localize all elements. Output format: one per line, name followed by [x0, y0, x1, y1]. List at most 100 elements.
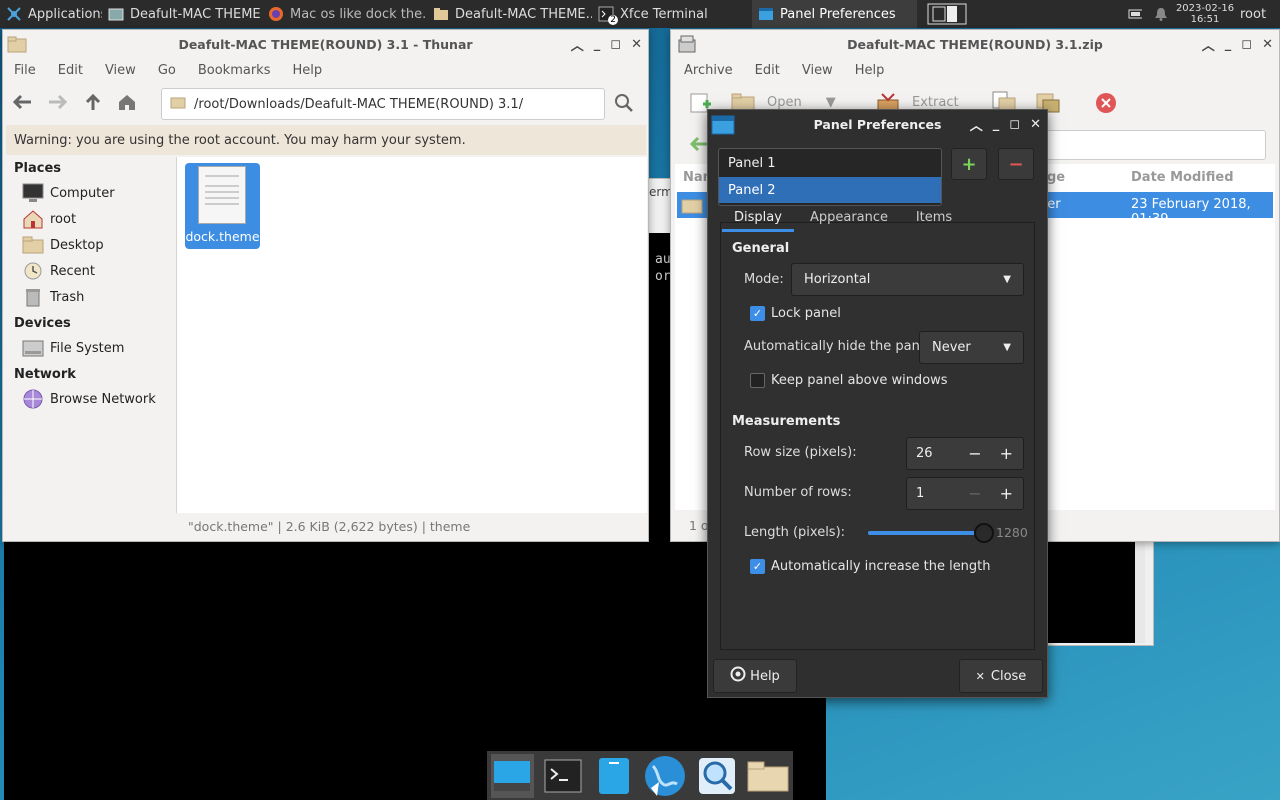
- task-thunar[interactable]: Deafult-MAC THEME...: [102, 0, 262, 28]
- sidebar-item-browse-network[interactable]: Browse Network: [6, 386, 176, 412]
- shade-button[interactable]: ︿: [1202, 35, 1215, 54]
- panel-option-1[interactable]: Panel 1: [719, 149, 941, 177]
- back-arrow-icon[interactable]: [689, 135, 709, 157]
- add-panel-button[interactable]: +: [951, 148, 987, 180]
- task-terminal[interactable]: 2 Xfce Terminal: [592, 0, 752, 28]
- dock-item-panel-app[interactable]: [593, 754, 636, 798]
- sidebar-item-root[interactable]: root: [6, 206, 176, 232]
- remove-panel-button[interactable]: −: [998, 148, 1034, 180]
- folder-icon: [681, 195, 703, 219]
- increment-button[interactable]: +: [1000, 444, 1013, 463]
- home-icon[interactable]: [117, 93, 137, 115]
- menu-bookmarks[interactable]: Bookmarks: [187, 63, 282, 78]
- panel-select-dropdown[interactable]: Panel 1 Panel 2: [718, 148, 942, 206]
- minimize-button[interactable]: _: [594, 37, 601, 52]
- clock[interactable]: 2023-02-16 16:51: [1174, 3, 1236, 25]
- clock-time: 16:51: [1190, 14, 1220, 25]
- keep-above-checkbox[interactable]: Keep panel above windows: [750, 373, 948, 388]
- close-button[interactable]: ✕: [1030, 117, 1041, 132]
- user-menu[interactable]: root: [1236, 0, 1270, 28]
- tab-display[interactable]: Display: [722, 206, 794, 232]
- menu-edit[interactable]: Edit: [47, 63, 94, 78]
- length-slider-track[interactable]: [868, 523, 994, 543]
- archive-icon: [108, 6, 124, 22]
- back-arrow-icon[interactable]: [11, 93, 33, 115]
- folder-icon: [170, 95, 186, 113]
- checkbox-unchecked-icon: [750, 373, 765, 388]
- battery-icon[interactable]: [1122, 0, 1148, 28]
- task-panel-preferences[interactable]: Panel Preferences: [752, 0, 917, 28]
- shade-button[interactable]: ︿: [970, 115, 983, 134]
- length-slider-fill: [868, 531, 984, 535]
- row-size-spinner[interactable]: 26 − +: [906, 437, 1024, 470]
- prefs-titlebar[interactable]: Panel Preferences ︿ _ ◻ ✕: [708, 110, 1047, 138]
- menu-view[interactable]: View: [94, 63, 147, 78]
- menu-help[interactable]: Help: [844, 63, 896, 78]
- close-dialog-button[interactable]: ✕ Close: [959, 659, 1043, 693]
- location-bar[interactable]: /root/Downloads/Deafult-MAC THEME(ROUND)…: [161, 88, 605, 120]
- dock-item-search[interactable]: [695, 754, 738, 798]
- close-button[interactable]: ✕: [1262, 37, 1273, 52]
- maximize-button[interactable]: ◻: [1241, 37, 1252, 52]
- dock-item-terminal[interactable]: [542, 754, 585, 798]
- task-browser[interactable]: Mac os like dock the...: [262, 0, 427, 28]
- menu-help[interactable]: Help: [281, 63, 333, 78]
- length-label: Length (pixels):: [744, 525, 846, 540]
- auto-length-checkbox[interactable]: ✓ Automatically increase the length: [750, 559, 991, 574]
- tab-appearance[interactable]: Appearance: [794, 206, 904, 232]
- notification-bell-icon[interactable]: [1148, 0, 1174, 28]
- lock-panel-label: Lock panel: [771, 306, 841, 321]
- workspace-switcher[interactable]: [917, 0, 977, 28]
- task-file-manager[interactable]: Deafult-MAC THEME...: [427, 0, 592, 28]
- mode-combo[interactable]: Horizontal ▼: [791, 263, 1024, 296]
- decrement-button[interactable]: −: [968, 484, 981, 503]
- stop-icon[interactable]: [1095, 92, 1117, 118]
- sidebar-item-label: File System: [50, 340, 125, 356]
- sidebar-item-computer[interactable]: Computer: [6, 180, 176, 206]
- maximize-button[interactable]: ◻: [1009, 117, 1020, 132]
- minus-icon: −: [1008, 153, 1024, 175]
- menu-go[interactable]: Go: [147, 63, 187, 78]
- search-icon[interactable]: [613, 92, 635, 118]
- increment-button[interactable]: +: [1000, 484, 1013, 503]
- autohide-value: Never: [932, 340, 971, 355]
- lock-panel-checkbox[interactable]: ✓ Lock panel: [750, 306, 841, 321]
- dock-item-panel-prefs[interactable]: [491, 753, 534, 798]
- menu-file[interactable]: File: [3, 63, 47, 78]
- terminal-count-badge: 2: [608, 15, 618, 25]
- sidebar-item-file-system[interactable]: File System: [6, 335, 176, 361]
- file-item-dock-theme[interactable]: dock.theme: [185, 163, 260, 249]
- sidebar-item-desktop[interactable]: Desktop: [6, 232, 176, 258]
- minimize-button[interactable]: _: [993, 117, 1000, 132]
- menu-edit[interactable]: Edit: [744, 63, 791, 78]
- autohide-combo[interactable]: Never ▼: [919, 331, 1024, 364]
- maximize-button[interactable]: ◻: [610, 37, 621, 52]
- sidebar-item-label: root: [50, 211, 77, 227]
- applications-menu-button[interactable]: Applications: [0, 0, 102, 28]
- archive-titlebar[interactable]: Deafult-MAC THEME(ROUND) 3.1.zip ︿ _ ◻ ✕: [671, 30, 1279, 58]
- desktop-folder-icon: [22, 235, 44, 255]
- dock-item-browser[interactable]: [643, 754, 687, 798]
- minimize-button[interactable]: _: [1225, 37, 1232, 52]
- length-slider-handle[interactable]: [973, 523, 994, 543]
- up-arrow-icon[interactable]: [83, 92, 103, 116]
- shade-button[interactable]: ︿: [571, 35, 584, 54]
- column-header-date[interactable]: Date Modified: [1131, 170, 1234, 185]
- forward-arrow-icon[interactable]: [47, 93, 69, 115]
- thunar-titlebar[interactable]: Deafult-MAC THEME(ROUND) 3.1 - Thunar ︿ …: [3, 30, 648, 58]
- sidebar-item-trash[interactable]: Trash: [6, 284, 176, 310]
- menu-view[interactable]: View: [791, 63, 844, 78]
- decrement-button[interactable]: −: [968, 444, 981, 463]
- menu-archive[interactable]: Archive: [673, 63, 744, 78]
- close-button[interactable]: ✕: [631, 37, 642, 52]
- help-button[interactable]: Help: [713, 659, 797, 693]
- dock-item-files[interactable]: [746, 754, 789, 798]
- sidebar-item-recent[interactable]: Recent: [6, 258, 176, 284]
- location-entry[interactable]: [1046, 130, 1266, 160]
- tab-items[interactable]: Items: [904, 206, 964, 232]
- file-view[interactable]: dock.theme: [176, 157, 647, 513]
- panel-option-2[interactable]: Panel 2: [719, 177, 941, 203]
- rows-spinner[interactable]: 1 − +: [906, 477, 1024, 510]
- column-header-type[interactable]: ge: [1047, 170, 1065, 185]
- network-icon: [22, 389, 44, 409]
